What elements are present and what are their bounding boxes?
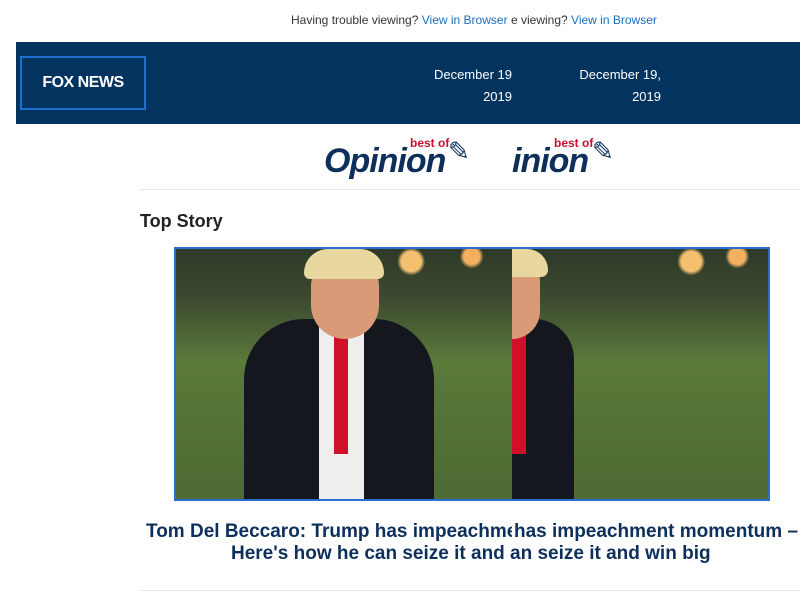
story-image[interactable] <box>512 247 770 501</box>
best-of-text: best of <box>554 136 594 150</box>
section-title: Top Story <box>140 211 223 231</box>
best-of-opinion-logo: Opinion best of ✎ <box>324 134 512 184</box>
view-in-browser-link[interactable]: View in Browser <box>571 13 657 27</box>
date-line: 2019 <box>483 89 512 104</box>
headline-text[interactable]: an seize it and win big <box>510 543 711 565</box>
date-line: December 19, <box>579 67 661 82</box>
story-headline[interactable]: Tom Del Beccaro: Trump has impeachme has… <box>140 521 800 543</box>
divider <box>140 189 800 190</box>
date-line: December 19 <box>433 67 512 82</box>
headline-text[interactable]: has impeachment momentum – <box>514 521 798 543</box>
date-line: 2019 <box>632 89 661 104</box>
story-headline[interactable]: Here's how he can seize it and v an seiz… <box>140 543 800 565</box>
preheader-duplicate: e viewing? View in Browser <box>511 13 657 27</box>
date: December 19 2019 <box>420 64 512 108</box>
divider <box>140 590 800 591</box>
preheader-text: Having trouble viewing? <box>291 13 419 27</box>
fox-news-logo[interactable]: FOX NEWS <box>20 56 146 110</box>
logo-text: FOX NEWS <box>42 74 124 91</box>
preheader: Having trouble viewing? View in Browser <box>291 13 511 27</box>
best-of-opinion-logo: inion best of ✎ <box>512 134 632 184</box>
date: December 19, 2019 <box>560 64 661 108</box>
pen-icon: ✎ <box>448 136 470 166</box>
best-of-text: best of <box>410 136 450 150</box>
preheader-text: e viewing? <box>511 13 568 27</box>
headline-text[interactable]: Here's how he can seize it and v <box>231 543 508 565</box>
story-image[interactable] <box>174 247 512 501</box>
pen-icon: ✎ <box>592 136 614 166</box>
headline-text[interactable]: Tom Del Beccaro: Trump has impeachme <box>146 521 512 543</box>
view-in-browser-link[interactable]: View in Browser <box>422 13 508 27</box>
